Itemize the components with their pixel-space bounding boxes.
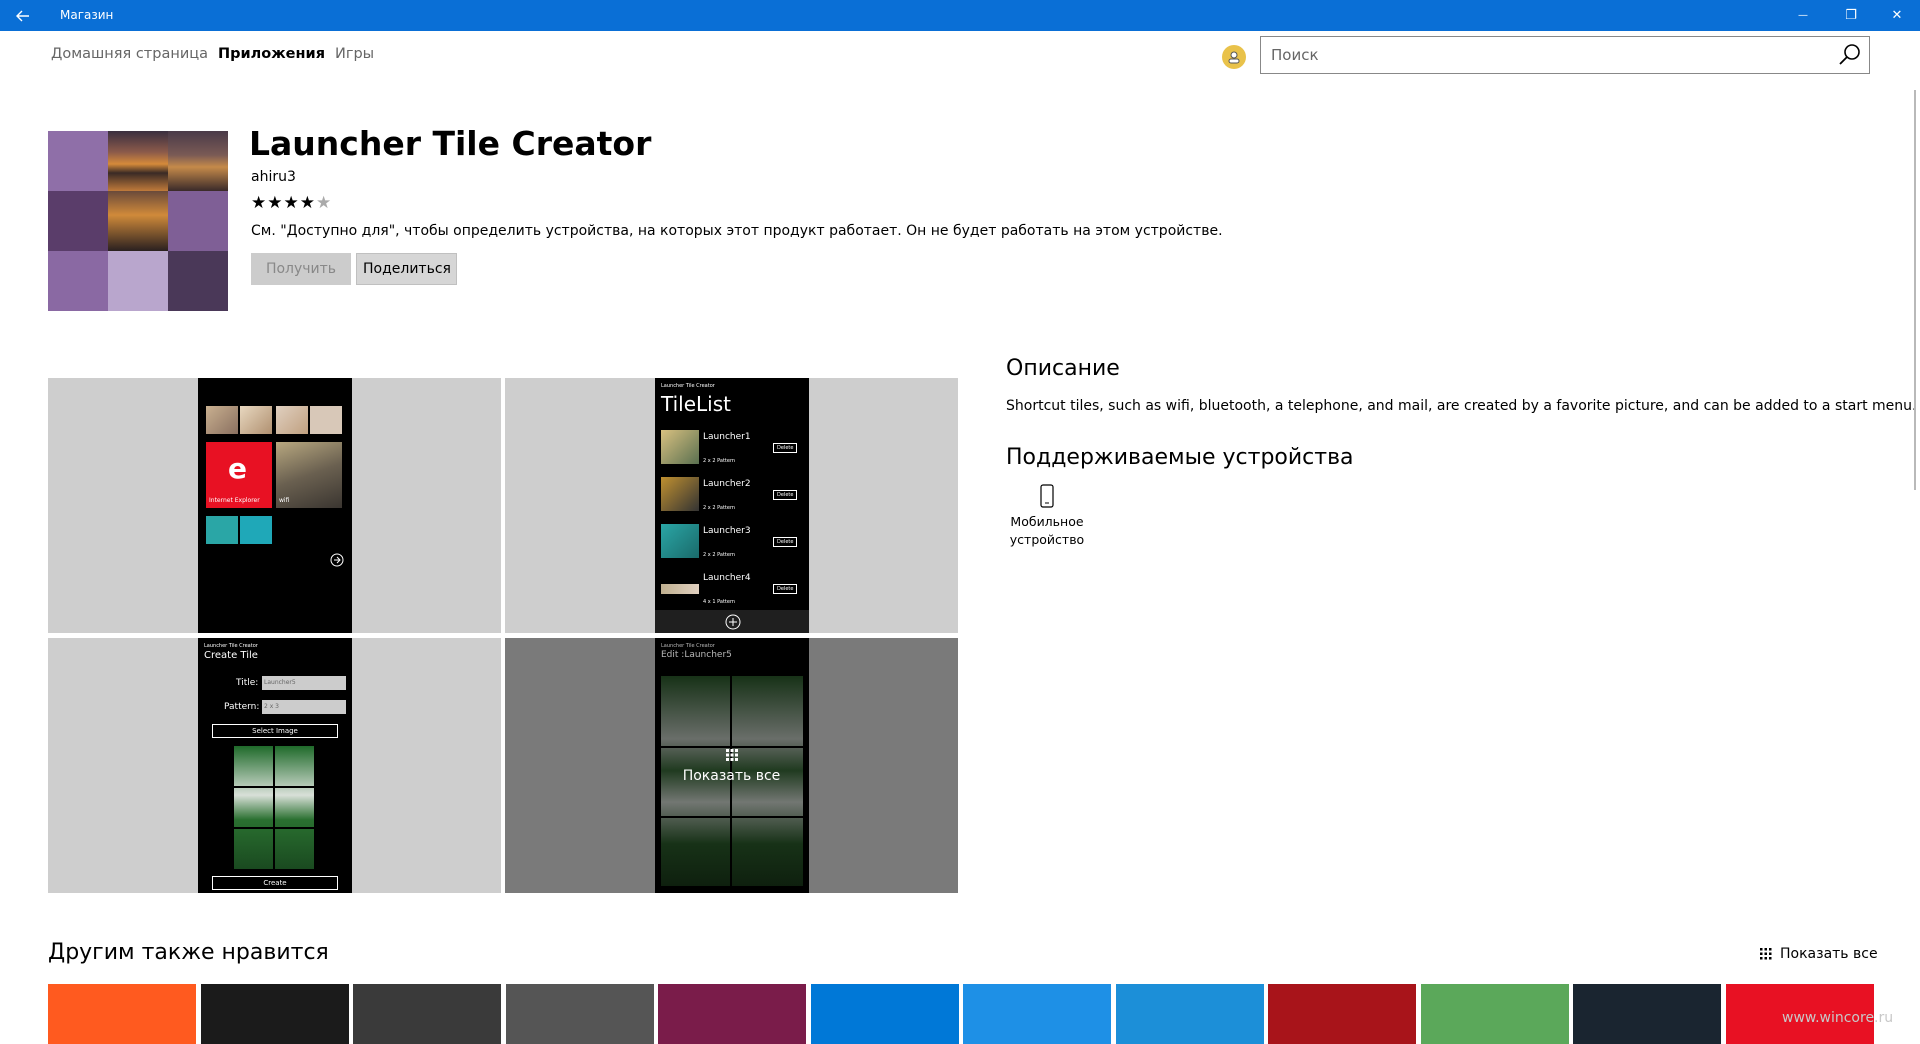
arrow-circle-icon: [330, 553, 344, 567]
account-avatar[interactable]: [1222, 45, 1246, 69]
nav-games[interactable]: Игры: [335, 46, 374, 62]
description-heading: Описание: [1006, 356, 1120, 381]
maximize-button[interactable]: ❐: [1828, 0, 1874, 31]
share-button[interactable]: Поделиться: [356, 253, 457, 285]
recommended-app-tile[interactable]: [810, 984, 959, 1044]
stars-filled: ★★★★: [251, 193, 316, 213]
recommended-show-all[interactable]: Показать все: [1760, 946, 1878, 962]
description-text: Shortcut tiles, such as wifi, bluetooth,…: [1006, 398, 1917, 414]
screenshot-3[interactable]: Launcher Tile Creator Create Tile Title:…: [48, 638, 501, 893]
ie-tile: e Internet Explorer: [206, 442, 272, 508]
window-title: Магазин: [60, 8, 114, 22]
recommended-app-tile[interactable]: [963, 984, 1111, 1044]
stars-empty: ★: [315, 193, 333, 213]
restore-icon: ❐: [1845, 8, 1857, 23]
app-icon: [48, 131, 228, 311]
show-all-label: Показать все: [1780, 946, 1878, 962]
minimize-button[interactable]: —: [1780, 0, 1826, 31]
watermark: www.wincore.ru: [1782, 1010, 1894, 1026]
recommended-app-tile[interactable]: [353, 984, 501, 1044]
back-arrow-icon: [16, 10, 29, 21]
recommended-app-tile[interactable]: [200, 984, 349, 1044]
recommended-app-tile[interactable]: [1420, 984, 1569, 1044]
add-icon: [725, 614, 741, 630]
get-button[interactable]: Получить: [251, 253, 351, 285]
screenshot-2[interactable]: Launcher Tile Creator TileList Launcher1…: [505, 378, 958, 633]
title-bar: Магазин — ❐ ✕: [0, 0, 1920, 31]
phone-screen: Launcher Tile Creator Create Tile Title:…: [198, 638, 352, 893]
recommended-app-tile[interactable]: [1115, 984, 1264, 1044]
availability-notice: См. "Доступно для", чтобы определить уст…: [251, 223, 1223, 239]
recommended-app-tile[interactable]: [48, 984, 196, 1044]
phone-screen: e Internet Explorer wifi: [198, 378, 352, 633]
device-label-line2: устройство: [1009, 532, 1085, 547]
search-box[interactable]: [1260, 36, 1870, 74]
device-mobile: Мобильное устройство: [1003, 484, 1091, 549]
device-label-line1: Мобильное: [1010, 514, 1084, 529]
user-avatar-icon: [1228, 51, 1240, 64]
recommended-app-tile[interactable]: [1268, 984, 1416, 1044]
nav-apps[interactable]: Приложения: [218, 46, 325, 62]
grid-icon: [725, 748, 738, 761]
mobile-phone-icon: [1040, 484, 1054, 508]
scrollbar[interactable]: [1914, 90, 1916, 490]
rating-stars: ★★★★★: [251, 193, 332, 213]
recommended-app-tile[interactable]: [505, 984, 654, 1044]
phone-screen: Launcher Tile Creator TileList Launcher1…: [655, 378, 809, 633]
grid-icon: [1760, 948, 1772, 960]
devices-heading: Поддерживаемые устройства: [1006, 445, 1354, 470]
wifi-tile: wifi: [276, 442, 342, 508]
search-input[interactable]: [1261, 37, 1841, 73]
close-icon: ✕: [1891, 8, 1903, 23]
app-title: Launcher Tile Creator: [249, 124, 652, 163]
recommended-heading: Другим также нравится: [48, 940, 329, 965]
screenshot-4[interactable]: Launcher Tile Creator Edit :Launcher5 По…: [505, 638, 958, 893]
search-icon[interactable]: [1837, 42, 1863, 68]
show-all-screenshots[interactable]: Показать все: [505, 638, 958, 893]
close-button[interactable]: ✕: [1874, 0, 1920, 31]
minimize-icon: —: [1798, 10, 1808, 21]
app-publisher[interactable]: ahiru3: [251, 169, 296, 185]
screenshot-1[interactable]: e Internet Explorer wifi: [48, 378, 501, 633]
nav-home[interactable]: Домашняя страница: [51, 46, 208, 62]
recommended-app-tile[interactable]: [1573, 984, 1721, 1044]
recommended-app-tile[interactable]: [658, 984, 806, 1044]
show-all-label: Показать все: [682, 767, 781, 784]
back-button[interactable]: [0, 0, 46, 31]
